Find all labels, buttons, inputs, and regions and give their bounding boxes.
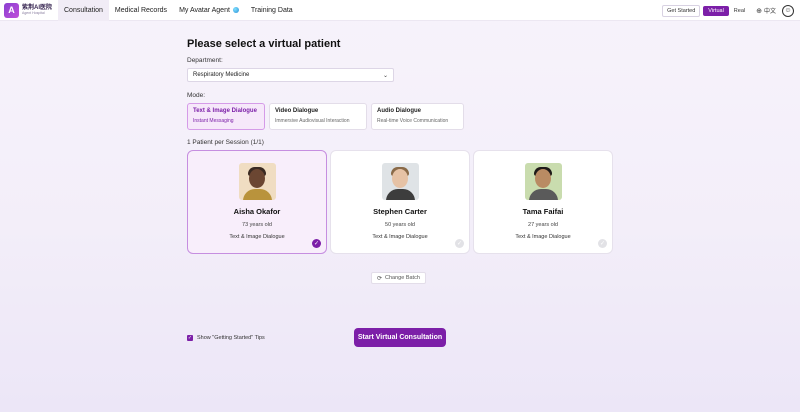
mode-label: Mode: (187, 92, 206, 99)
department-value: Respiratory Medicine (193, 72, 250, 78)
page-title: Please select a virtual patient (187, 38, 341, 50)
refresh-icon: ⟳ (377, 275, 383, 282)
department-select[interactable]: Respiratory Medicine ⌄ (187, 68, 394, 82)
patient-photo (238, 163, 276, 200)
nav-consultation-label: Consultation (64, 6, 103, 14)
nav-my-avatar-agent-label: My Avatar Agent (179, 6, 230, 14)
virtual-real-toggle: Virtual Real (703, 5, 750, 16)
check-icon: ✓ (598, 239, 607, 248)
change-batch-label: Change Batch (385, 275, 420, 281)
mode-options: Text & Image Dialogue Instant Messaging … (187, 103, 468, 130)
nav-medical-records[interactable]: Medical Records (109, 0, 173, 21)
patient-age: 27 years old (528, 222, 558, 228)
language-switch[interactable]: ⊕ 中文 (756, 6, 776, 16)
nav-consultation[interactable]: Consultation (58, 0, 109, 21)
nav-training-data[interactable]: Training Data (245, 0, 299, 21)
mode-audio[interactable]: Audio Dialogue Real-time Voice Communica… (371, 103, 464, 130)
patient-card-aisha-okafor[interactable]: Aisha Okafor 73 years old Text & Image D… (187, 150, 327, 254)
virtual-mode-button[interactable]: Virtual (703, 5, 729, 16)
logo-title: 紫荆AI医院 (22, 4, 53, 11)
patient-mode: Text & Image Dialogue (515, 234, 571, 240)
patient-mode: Text & Image Dialogue (229, 234, 285, 240)
patient-card-tama-faifai[interactable]: Tama Faifai 27 years old Text & Image Di… (473, 150, 613, 254)
logo-subtitle: Agent Hospital (22, 10, 45, 15)
language-label: 中文 (763, 9, 776, 15)
mode-subtitle: Immersive Audiovisual Interaction (275, 118, 350, 124)
logo-text: 紫荆AI医院 Agent Hospital (22, 5, 52, 16)
patients-per-session-label: 1 Patient per Session (1/1) (187, 139, 264, 146)
check-icon: ✓ (312, 239, 321, 248)
top-nav-bar: A 紫荆AI医院 Agent Hospital Consultation Med… (0, 0, 800, 21)
patient-photo (381, 163, 419, 200)
mode-title: Video Dialogue (275, 108, 319, 114)
patient-age: 73 years old (242, 222, 272, 228)
start-virtual-consultation-button[interactable]: Start Virtual Consultation (354, 328, 446, 347)
chevron-down-icon: ⌄ (382, 72, 388, 79)
mode-subtitle: Real-time Voice Communication (377, 118, 449, 124)
patient-name: Tama Faifai (522, 207, 564, 216)
globe-icon: ⊕ (756, 7, 762, 15)
department-label: Department: (187, 57, 223, 64)
nav-training-data-label: Training Data (250, 6, 293, 14)
patient-name: Aisha Okafor (233, 207, 281, 216)
main-nav: Consultation Medical Records My Avatar A… (58, 0, 299, 21)
patient-mode: Text & Image Dialogue (372, 234, 428, 240)
patient-age: 50 years old (385, 222, 415, 228)
check-icon: ✓ (455, 239, 464, 248)
checkbox-checked-icon[interactable]: ✓ (187, 335, 193, 341)
agent-globe-icon (232, 7, 239, 13)
mode-subtitle: Instant Messaging (193, 118, 234, 124)
real-mode-button[interactable]: Real (729, 6, 750, 16)
getting-started-tips-toggle[interactable]: ✓ Show "Getting Started" Tips (187, 335, 265, 341)
mode-text-image[interactable]: Text & Image Dialogue Instant Messaging (187, 103, 265, 130)
patient-name: Stephen Carter (373, 207, 427, 216)
tips-label: Show "Getting Started" Tips (197, 335, 265, 341)
patient-card-stephen-carter[interactable]: Stephen Carter 50 years old Text & Image… (330, 150, 470, 254)
mode-title: Text & Image Dialogue (193, 108, 257, 114)
patient-photo (524, 163, 562, 200)
nav-medical-records-label: Medical Records (114, 6, 168, 14)
get-started-button[interactable]: Get Started (662, 4, 701, 17)
nav-my-avatar-agent[interactable]: My Avatar Agent (173, 0, 245, 21)
app-logo[interactable]: A 紫荆AI医院 Agent Hospital (4, 2, 54, 18)
user-avatar-icon[interactable]: ☺ (782, 4, 794, 17)
patient-selection-panel: Please select a virtual patient Departme… (187, 38, 617, 347)
change-batch-button[interactable]: ⟳ Change Batch (371, 272, 426, 284)
header-tools: Get Started Virtual Real ⊕ 中文 ☺ (662, 0, 794, 21)
patient-cards: Aisha Okafor 73 years old Text & Image D… (187, 150, 616, 254)
mode-video[interactable]: Video Dialogue Immersive Audiovisual Int… (269, 103, 367, 130)
mode-title: Audio Dialogue (377, 108, 421, 114)
logo-mark-icon: A (4, 2, 19, 18)
